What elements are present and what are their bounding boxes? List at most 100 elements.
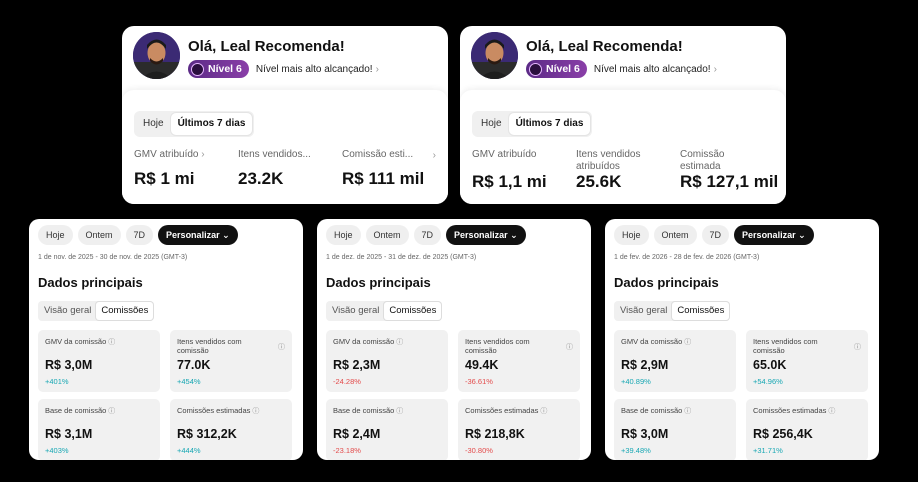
tab-ultimos-7-dias[interactable]: Últimos 7 dias (170, 113, 253, 135)
avatar-image (471, 32, 518, 79)
metric-commission[interactable]: Comissão estimada R$ 127,1 mil (680, 149, 778, 191)
chip-7d[interactable]: 7D (413, 225, 442, 245)
date-filter-chips: Hoje Ontem 7D Personalizar ⌄ (38, 225, 238, 245)
chip-hoje[interactable]: Hoje (38, 225, 73, 245)
stat-card[interactable]: Comissões estimadas ⓘ R$ 218,8K -30.80% (458, 399, 580, 460)
tab-visao-geral[interactable]: Visão geral (327, 302, 384, 320)
stat-change: +401% (45, 377, 69, 386)
chip-hoje[interactable]: Hoje (326, 225, 361, 245)
dashboard-panel: Hoje Ontem 7D Personalizar ⌄ 1 de dez. d… (317, 219, 591, 460)
date-range: 1 de nov. de 2025 - 30 de nov. de 2025 (… (38, 254, 188, 261)
avatar[interactable] (133, 32, 180, 79)
info-icon[interactable]: ⓘ (396, 408, 403, 415)
info-icon[interactable]: ⓘ (396, 339, 403, 346)
chip-label: Personalizar (454, 230, 508, 240)
stat-label: Itens vendidos com comissão (753, 337, 818, 355)
profile-summary: Hoje Últimos 7 dias GMV atribuído › R$ 1… (122, 90, 448, 204)
stat-card[interactable]: Base de comissão ⓘ R$ 3,1M +403% (38, 399, 160, 460)
chevron-down-icon: ⌄ (798, 230, 806, 240)
chevron-right-icon: › (201, 149, 205, 160)
info-icon[interactable]: ⓘ (828, 408, 835, 415)
info-icon[interactable]: ⓘ (278, 342, 285, 352)
info-icon[interactable]: ⓘ (566, 342, 573, 352)
stat-change: -23.18% (333, 446, 361, 455)
info-icon[interactable]: ⓘ (108, 408, 115, 415)
greeting-text: Olá, Leal Recomenda! (188, 38, 345, 55)
stat-card[interactable]: Base de comissão ⓘ R$ 3,0M +39.48% (614, 399, 736, 460)
chevron-right-icon: › (713, 63, 717, 75)
section-title: Dados principais (614, 275, 719, 290)
tab-hoje[interactable]: Hoje (136, 113, 171, 135)
chip-ontem[interactable]: Ontem (653, 225, 697, 245)
stat-value: R$ 256,4K (753, 427, 813, 441)
stat-value: R$ 3,0M (621, 427, 669, 441)
stat-card[interactable]: Comissões estimadas ⓘ R$ 256,4K +31.71% (746, 399, 868, 460)
stat-card[interactable]: Itens vendidos com comissão ⓘ 77.0K +454… (170, 330, 292, 392)
stat-value: 65.0K (753, 358, 787, 372)
tab-hoje[interactable]: Hoje (474, 113, 509, 135)
stat-card[interactable]: Itens vendidos com comissão ⓘ 65.0K +54.… (746, 330, 868, 392)
avatar[interactable] (471, 32, 518, 79)
view-tabs: Visão geral Comissões (326, 301, 443, 321)
date-range: 1 de dez. de 2025 - 31 de dez. de 2025 (… (326, 254, 477, 261)
chip-personalizar[interactable]: Personalizar ⌄ (158, 225, 238, 245)
metric-items-sold[interactable]: Itens vendidos atribuídos 25.6K (576, 149, 666, 191)
stat-change: +40.89% (621, 377, 651, 386)
metric-items-sold[interactable]: Itens vendidos... 23.2K (238, 149, 311, 188)
chevron-right-icon[interactable]: › (433, 150, 436, 161)
stat-card[interactable]: GMV da comissão ⓘ R$ 2,3M -24.28% (326, 330, 448, 392)
info-icon[interactable]: ⓘ (684, 339, 691, 346)
tab-comissoes[interactable]: Comissões (384, 302, 442, 320)
info-icon[interactable]: ⓘ (252, 408, 259, 415)
stat-value: R$ 3,0M (45, 358, 93, 372)
stat-label: Comissões estimadas (177, 406, 251, 415)
chip-personalizar[interactable]: Personalizar ⌄ (734, 225, 814, 245)
profile-card: Olá, Leal Recomenda! Nível 6 Nível mais … (460, 26, 786, 204)
info-icon[interactable]: ⓘ (684, 408, 691, 415)
info-icon[interactable]: ⓘ (108, 339, 115, 346)
stat-value: 49.4K (465, 358, 499, 372)
stat-card[interactable]: Comissões estimadas ⓘ R$ 312,2K +444% (170, 399, 292, 460)
metric-commission[interactable]: Comissão esti... R$ 111 mil (342, 149, 424, 188)
metric-value: R$ 111 mil (342, 169, 425, 188)
metric-gmv[interactable]: GMV atribuído R$ 1,1 mi (472, 149, 547, 191)
level-row[interactable]: Nível 6 Nível mais alto alcançado! › (526, 60, 717, 78)
chip-personalizar[interactable]: Personalizar ⌄ (446, 225, 526, 245)
stat-card[interactable]: GMV da comissão ⓘ R$ 3,0M +401% (38, 330, 160, 392)
stat-change: +454% (177, 377, 201, 386)
profile-card: Olá, Leal Recomenda! Nível 6 Nível mais … (122, 26, 448, 204)
metric-gmv[interactable]: GMV atribuído › R$ 1 mi (134, 149, 205, 188)
stat-change: -36.61% (465, 377, 493, 386)
chip-ontem[interactable]: Ontem (365, 225, 409, 245)
info-icon[interactable]: ⓘ (540, 408, 547, 415)
stat-card[interactable]: Itens vendidos com comissão ⓘ 49.4K -36.… (458, 330, 580, 392)
chip-ontem[interactable]: Ontem (77, 225, 121, 245)
tab-comissoes[interactable]: Comissões (96, 302, 154, 320)
period-toggle: Hoje Últimos 7 dias (472, 111, 593, 137)
chip-7d[interactable]: 7D (701, 225, 730, 245)
chip-7d[interactable]: 7D (125, 225, 154, 245)
stat-change: +444% (177, 446, 201, 455)
chip-hoje[interactable]: Hoje (614, 225, 649, 245)
dashboard-panel: Hoje Ontem 7D Personalizar ⌄ 1 de nov. d… (29, 219, 303, 460)
tab-visao-geral[interactable]: Visão geral (615, 302, 672, 320)
info-icon[interactable]: ⓘ (854, 342, 861, 352)
level-gem-icon (529, 62, 542, 76)
metric-value: 23.2K (238, 169, 284, 188)
stat-card[interactable]: GMV da comissão ⓘ R$ 2,9M +40.89% (614, 330, 736, 392)
stat-value: R$ 2,4M (333, 427, 381, 441)
level-badge[interactable]: Nível 6 (526, 60, 587, 78)
tab-ultimos-7-dias[interactable]: Últimos 7 dias (508, 113, 591, 135)
chevron-down-icon: ⌄ (222, 230, 230, 240)
level-badge[interactable]: Nível 6 (188, 60, 249, 78)
chip-label: Personalizar (166, 230, 220, 240)
stat-change: +54.96% (753, 377, 783, 386)
metric-value: 25.6K (576, 172, 622, 191)
level-row[interactable]: Nível 6 Nível mais alto alcançado! › (188, 60, 379, 78)
stat-card[interactable]: Base de comissão ⓘ R$ 2,4M -23.18% (326, 399, 448, 460)
level-note[interactable]: Nível mais alto alcançado! › (256, 64, 379, 75)
tab-comissoes[interactable]: Comissões (672, 302, 730, 320)
stat-value: R$ 218,8K (465, 427, 525, 441)
level-note[interactable]: Nível mais alto alcançado! › (594, 64, 717, 75)
tab-visao-geral[interactable]: Visão geral (39, 302, 96, 320)
